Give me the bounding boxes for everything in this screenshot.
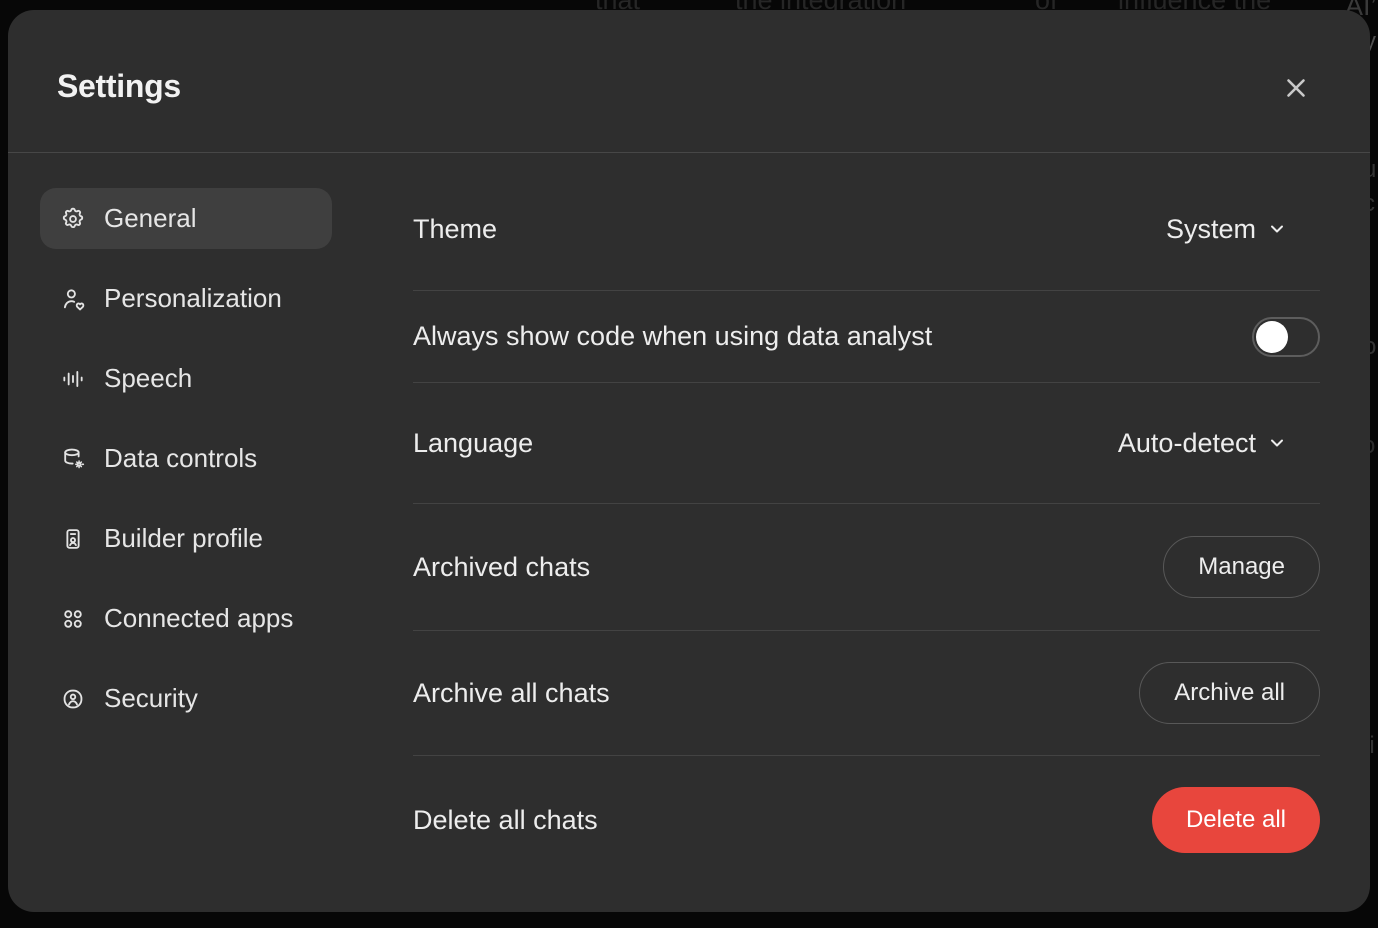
page-title: Settings: [57, 68, 181, 105]
sidebar-item-builder-profile[interactable]: Builder profile: [40, 508, 332, 569]
apps-grid-icon: [60, 606, 86, 632]
sidebar-item-speech[interactable]: Speech: [40, 348, 332, 409]
archive-all-button[interactable]: Archive all: [1139, 662, 1320, 724]
settings-row-archived-chats: Archived chats Manage: [413, 504, 1320, 631]
settings-modal: Settings General: [8, 10, 1370, 912]
chevron-down-icon: [1266, 432, 1288, 454]
sidebar-item-data-controls[interactable]: Data controls: [40, 428, 332, 489]
settings-content: Theme System Always show code when using…: [413, 152, 1320, 884]
sidebar-item-label: Speech: [104, 363, 192, 394]
row-label: Theme: [413, 214, 497, 245]
gear-icon: [60, 206, 86, 232]
sidebar-item-label: Security: [104, 683, 198, 714]
settings-row-archive-all: Archive all chats Archive all: [413, 631, 1320, 756]
row-label: Archive all chats: [413, 678, 610, 709]
sidebar-item-label: General: [104, 203, 197, 234]
close-icon: [1281, 73, 1311, 103]
database-gear-icon: [60, 446, 86, 472]
row-label: Always show code when using data analyst: [413, 321, 932, 352]
settings-row-theme: Theme System: [413, 152, 1320, 291]
sidebar-item-label: Builder profile: [104, 523, 263, 554]
dropdown-value: Auto-detect: [1118, 428, 1256, 459]
screen: that the integration of influence the AI…: [0, 0, 1378, 928]
row-label: Delete all chats: [413, 805, 598, 836]
sidebar-item-label: Data controls: [104, 443, 257, 474]
id-card-icon: [60, 526, 86, 552]
row-label: Language: [413, 428, 533, 459]
sidebar-item-general[interactable]: General: [40, 188, 332, 249]
person-heart-icon: [60, 286, 86, 312]
badge-person-icon: [60, 686, 86, 712]
dropdown-value: System: [1166, 214, 1256, 245]
theme-dropdown[interactable]: System: [1166, 214, 1288, 245]
sidebar-item-label: Personalization: [104, 283, 282, 314]
chevron-down-icon: [1266, 218, 1288, 240]
show-code-toggle[interactable]: [1252, 317, 1320, 357]
sidebar-item-label: Connected apps: [104, 603, 293, 634]
close-button[interactable]: [1274, 66, 1318, 110]
language-dropdown[interactable]: Auto-detect: [1118, 428, 1288, 459]
sidebar-item-security[interactable]: Security: [40, 668, 332, 729]
manage-button[interactable]: Manage: [1163, 536, 1320, 598]
settings-row-delete-all: Delete all chats Delete all: [413, 756, 1320, 884]
row-label: Archived chats: [413, 552, 590, 583]
modal-header: Settings: [8, 10, 1370, 152]
toggle-knob: [1256, 321, 1288, 353]
waveform-icon: [60, 366, 86, 392]
settings-sidebar: General Personalization: [40, 188, 332, 748]
delete-all-button[interactable]: Delete all: [1152, 787, 1320, 853]
sidebar-item-connected-apps[interactable]: Connected apps: [40, 588, 332, 649]
sidebar-item-personalization[interactable]: Personalization: [40, 268, 332, 329]
settings-row-show-code: Always show code when using data analyst: [413, 291, 1320, 383]
settings-row-language: Language Auto-detect: [413, 383, 1320, 504]
